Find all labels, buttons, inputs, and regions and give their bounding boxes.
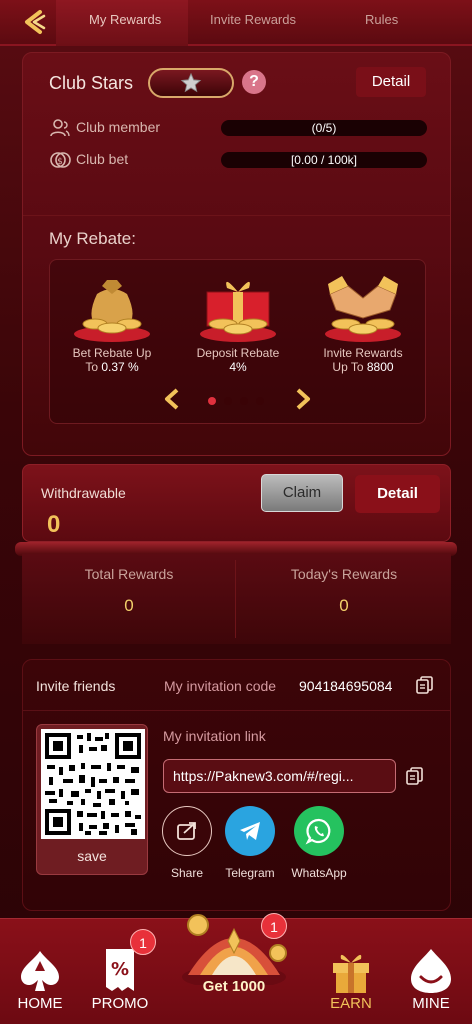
nav-mine[interactable]: MINE — [391, 939, 471, 1012]
total-rewards-label: Total Rewards — [84, 566, 174, 582]
rebate-carousel: Bet Rebate Up To 0.37 % Deposit Rebate 4… — [49, 259, 426, 424]
rebate-invite-title: Invite Rewards — [323, 346, 403, 360]
withdraw-detail-button[interactable]: Detail — [355, 475, 440, 513]
club-bet-progress: [0.00 / 100k] — [221, 152, 427, 168]
rebate-item-bet[interactable]: Bet Rebate Up To 0.37 % — [52, 264, 172, 374]
center-badge: 1 — [261, 913, 287, 939]
get-bonus-label: Get 1000 — [202, 978, 266, 995]
carousel-dot[interactable] — [208, 397, 216, 405]
copy-link-icon[interactable] — [405, 766, 425, 786]
rewards-totals: Total Rewards 0 Today's Rewards 0 — [22, 554, 451, 644]
invite-divider — [23, 710, 450, 711]
rebate-bet-value: 0.37 % — [101, 360, 139, 374]
mine-icon — [391, 939, 471, 995]
club-member-label: Club member — [76, 119, 161, 135]
handshake-icon — [325, 276, 401, 342]
invitation-code-label: My invitation code — [164, 678, 277, 694]
whatsapp-button[interactable]: WhatsApp — [284, 806, 354, 880]
tab-my-rewards[interactable]: My Rewards — [89, 12, 161, 27]
invite-card: Invite friends My invitation code 904184… — [22, 659, 451, 911]
rebate-invite-prefix: Up To — [332, 360, 367, 374]
qr-code-card[interactable]: save — [36, 724, 148, 875]
back-button[interactable] — [18, 6, 50, 38]
withdraw-card: Withdrawable 0 Claim Detail — [22, 464, 451, 542]
club-bet-row: $ Club bet [0.00 / 100k] — [49, 149, 429, 171]
todays-rewards-label: Today's Rewards — [290, 566, 398, 582]
qr-code-image — [45, 733, 141, 835]
nav-earn[interactable]: EARN — [311, 939, 391, 1012]
nav-earn-label: EARN — [330, 995, 372, 1012]
gift-box-icon — [200, 281, 276, 342]
promo-badge: 1 — [130, 929, 156, 955]
qr-save-button[interactable]: save — [37, 848, 147, 864]
home-icon — [0, 939, 80, 995]
carousel-dots — [208, 397, 264, 405]
carousel-dot[interactable] — [240, 397, 248, 405]
money-bag-icon — [74, 280, 150, 342]
rebate-item-invite[interactable]: Invite Rewards Up To 8800 — [303, 264, 423, 374]
club-detail-button[interactable]: Detail — [356, 67, 426, 97]
club-divider — [23, 215, 450, 216]
next-arrow-icon[interactable] — [294, 388, 312, 410]
share-button[interactable]: Share — [152, 806, 222, 880]
nav-mine-label: MINE — [412, 995, 450, 1012]
coins-icon: $ — [50, 152, 71, 168]
total-rewards-value: 0 — [124, 596, 134, 615]
invitation-link-field[interactable]: https://Paknew3.com/#/regi... — [163, 759, 396, 793]
withdrawable-value: 0 — [47, 511, 61, 538]
copy-code-icon[interactable] — [415, 675, 435, 695]
rebate-bet-title: Bet Rebate Up — [72, 346, 152, 360]
tab-invite-rewards[interactable]: Invite Rewards — [210, 12, 296, 27]
nav-promo-label: PROMO — [91, 995, 149, 1012]
telegram-icon — [225, 806, 275, 856]
rebate-bet-prefix: To — [85, 360, 102, 374]
qr-code — [41, 729, 145, 839]
whatsapp-icon — [294, 806, 344, 856]
carousel-dot[interactable] — [256, 397, 264, 405]
share-label: Share — [170, 866, 204, 880]
svg-text:$: $ — [57, 157, 63, 167]
total-rewards: Total Rewards 0 — [22, 554, 236, 644]
rebate-title: My Rebate: — [49, 229, 136, 248]
top-tab-bar: My Rewards Invite Rewards Rules — [0, 0, 472, 46]
club-member-row: Club member (0/5) — [49, 117, 429, 139]
withdrawable-label: Withdrawable — [41, 485, 126, 501]
tab-rules[interactable]: Rules — [365, 12, 398, 27]
back-arrow-icon — [25, 10, 46, 34]
todays-rewards: Today's Rewards 0 — [237, 554, 451, 644]
club-member-progress: (0/5) — [221, 120, 427, 136]
telegram-button[interactable]: Telegram — [215, 806, 285, 880]
invitation-code: 904184695084 — [299, 678, 393, 694]
prev-arrow-icon[interactable] — [163, 388, 181, 410]
carousel-dot[interactable] — [224, 397, 232, 405]
rebate-deposit-value: 4% — [229, 360, 247, 374]
club-card: Club Stars ? Detail Club member (0/5) $ … — [22, 52, 451, 456]
svg-text:%: % — [111, 959, 129, 980]
nav-home-label: HOME — [17, 995, 63, 1012]
telegram-label: Telegram — [225, 866, 275, 880]
club-title: Club Stars — [49, 73, 134, 93]
totals-divider — [235, 560, 236, 638]
rebate-item-deposit[interactable]: Deposit Rebate 4% — [178, 264, 298, 374]
nav-home[interactable]: HOME — [0, 939, 80, 1012]
star-icon — [180, 72, 202, 93]
club-star-level — [148, 68, 234, 98]
rebate-invite-value: 8800 — [366, 360, 394, 374]
help-icon[interactable]: ? — [242, 70, 266, 94]
users-icon — [50, 119, 70, 137]
club-bet-label: Club bet — [76, 151, 129, 167]
todays-rewards-value: 0 — [339, 596, 349, 615]
whatsapp-label: WhatsApp — [291, 866, 347, 880]
rebate-deposit-title: Deposit Rebate — [196, 346, 280, 360]
invitation-link-label: My invitation link — [163, 728, 266, 744]
claim-button[interactable]: Claim — [261, 474, 343, 512]
share-icon — [162, 806, 212, 856]
invite-title: Invite friends — [36, 678, 116, 694]
earn-gift-icon — [311, 939, 391, 995]
